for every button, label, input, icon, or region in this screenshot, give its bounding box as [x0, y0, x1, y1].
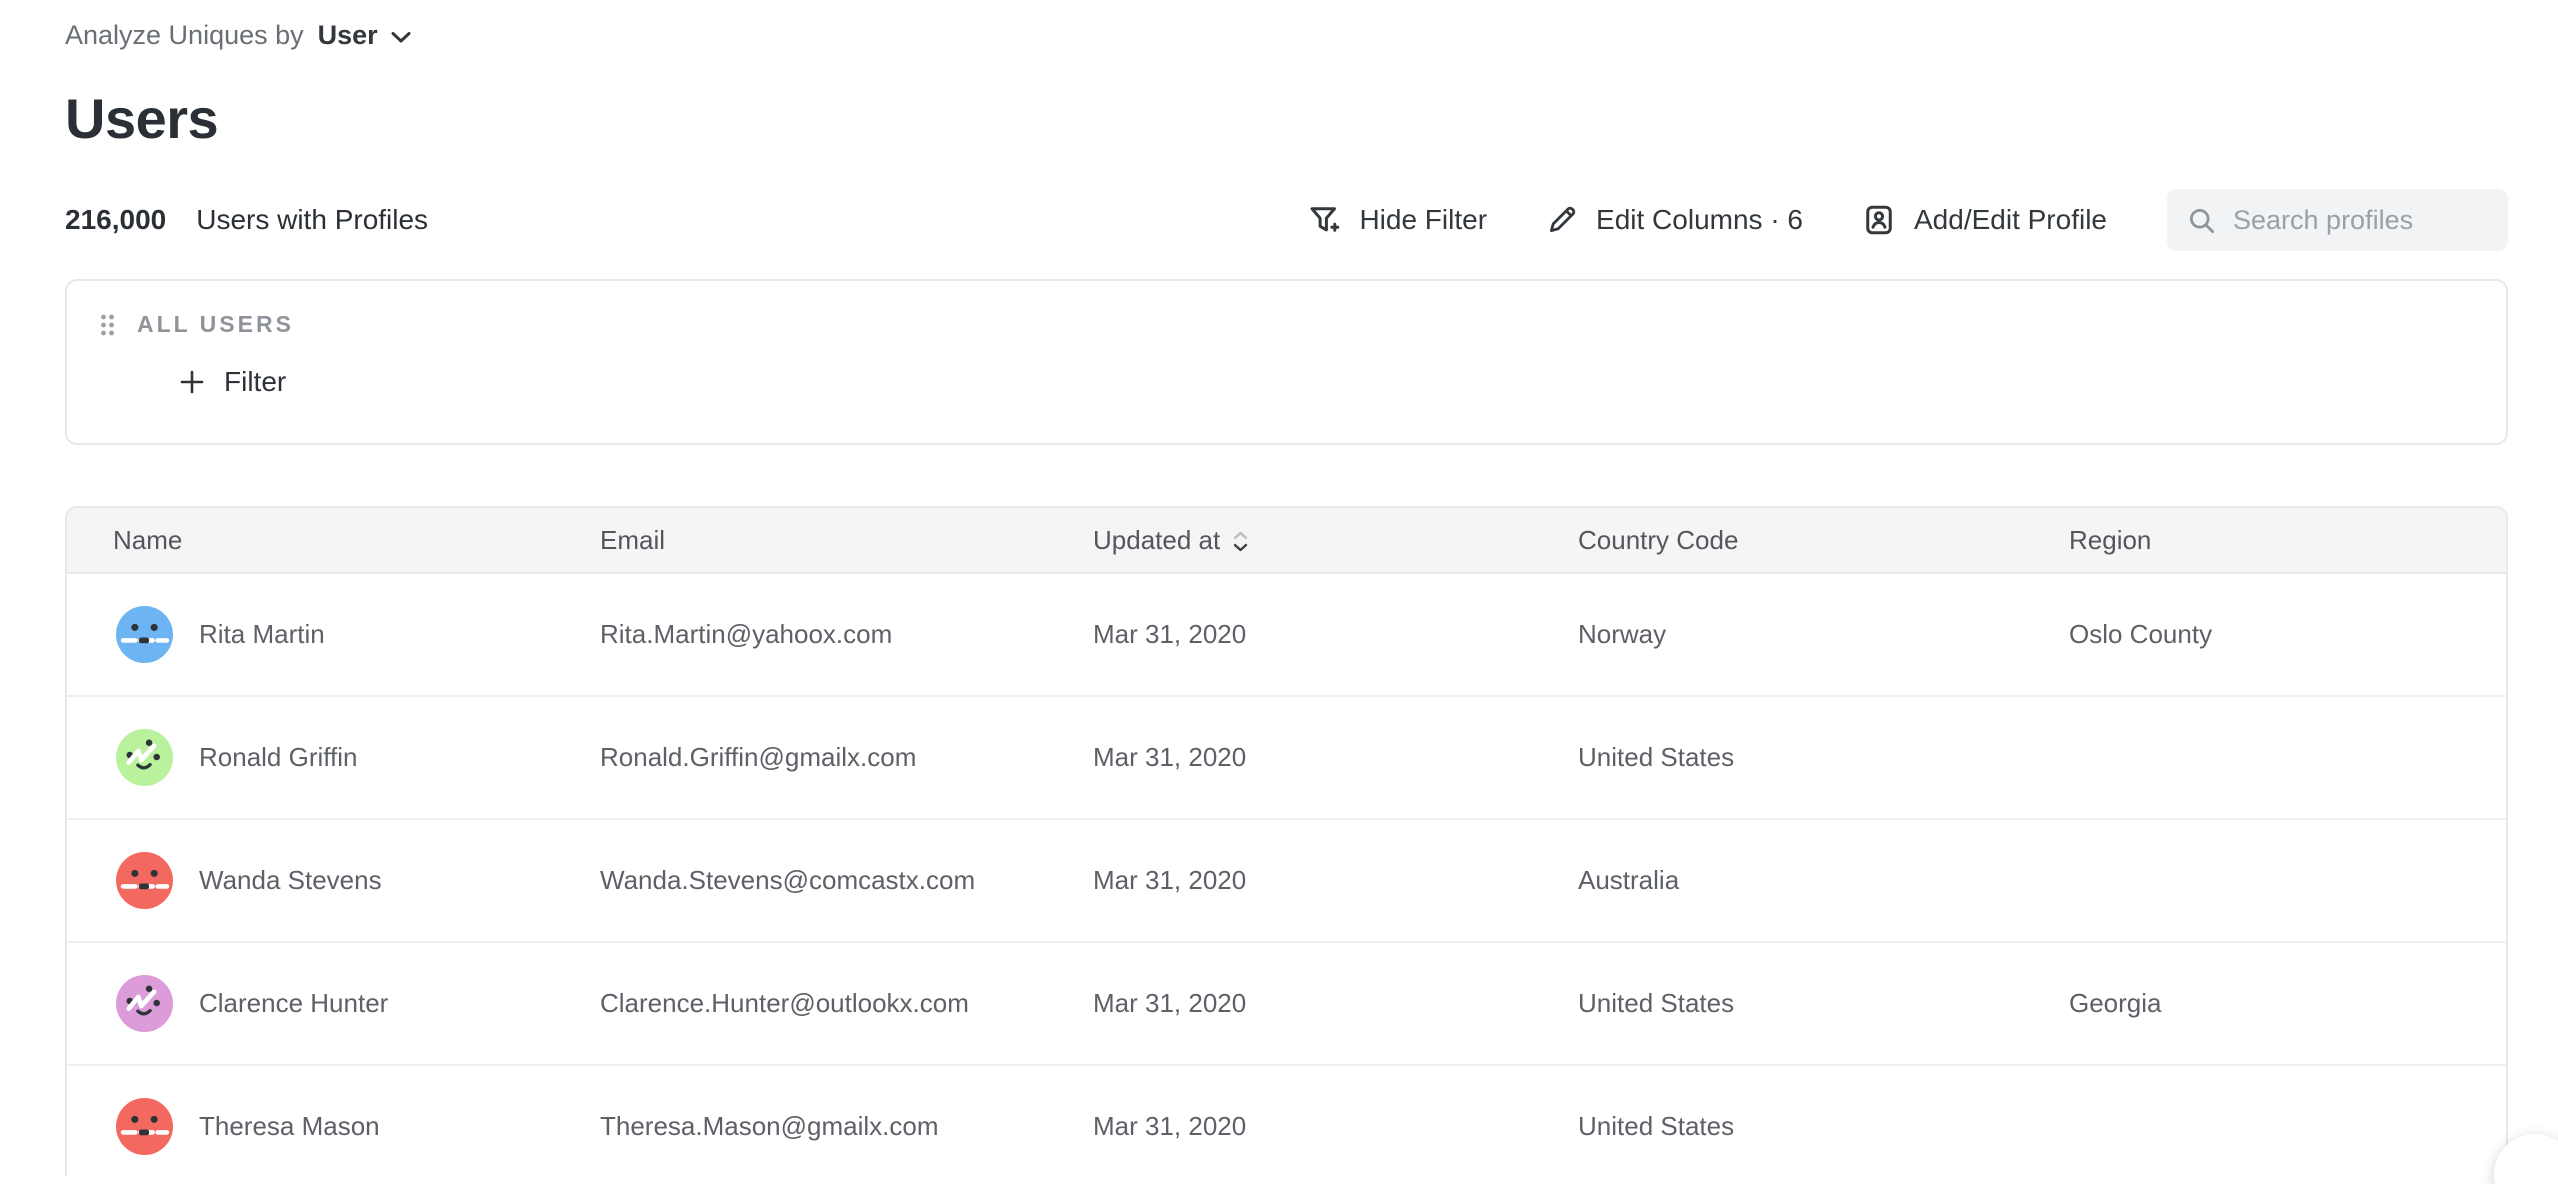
user-name: Theresa Mason	[199, 1111, 380, 1142]
user-avatar-icon	[116, 975, 173, 1032]
page-title: Users	[65, 86, 2508, 151]
user-avatar-icon	[116, 852, 173, 909]
search-profiles-input[interactable]	[2167, 189, 2508, 251]
users-table: Name Email Updated at Country Code Regio…	[65, 506, 2508, 1176]
add-filter-label: Filter	[224, 366, 286, 398]
name-cell: Rita Martin	[67, 606, 554, 663]
user-name: Rita Martin	[199, 619, 325, 650]
user-avatar-icon	[116, 729, 173, 786]
name-cell: Wanda Stevens	[67, 852, 554, 909]
profile-badge-icon	[1861, 202, 1897, 238]
user-avatar-icon	[116, 606, 173, 663]
edit-columns-button[interactable]: Edit Columns · 6	[1545, 203, 1803, 237]
name-cell: Ronald Griffin	[67, 729, 554, 786]
user-email: Theresa.Mason@gmailx.com	[554, 1111, 1047, 1142]
profiles-count: 216,000	[65, 204, 166, 236]
add-edit-profile-button[interactable]: Add/Edit Profile	[1861, 202, 2107, 238]
plus-icon	[178, 368, 206, 396]
profiles-count-label: Users with Profiles	[196, 204, 428, 236]
user-region: Oslo County	[2023, 619, 2506, 650]
pencil-icon	[1545, 203, 1579, 237]
search-icon	[2187, 206, 2217, 236]
user-avatar-icon	[116, 1098, 173, 1155]
user-country: United States	[1532, 1111, 2023, 1142]
funnel-plus-icon	[1306, 202, 1342, 238]
name-cell: Clarence Hunter	[67, 975, 554, 1032]
user-updated-at: Mar 31, 2020	[1047, 742, 1532, 773]
add-edit-profile-label: Add/Edit Profile	[1914, 204, 2107, 236]
search-profiles	[2167, 189, 2508, 251]
analyze-by-value: User	[318, 20, 378, 51]
stats-toolbar-row: 216,000 Users with Profiles Hide Filter …	[65, 189, 2508, 251]
hide-filter-label: Hide Filter	[1359, 204, 1487, 236]
user-updated-at: Mar 31, 2020	[1047, 1111, 1532, 1142]
add-filter-button[interactable]: Filter	[178, 366, 286, 398]
hide-filter-button[interactable]: Hide Filter	[1306, 202, 1487, 238]
user-country: Norway	[1532, 619, 2023, 650]
table-row[interactable]: Rita Martin Rita.Martin@yahoox.com Mar 3…	[67, 574, 2506, 697]
name-cell: Theresa Mason	[67, 1098, 554, 1155]
breadcrumb: Analyze Uniques by User	[65, 16, 2508, 54]
user-country: Australia	[1532, 865, 2023, 896]
cohort-group-label: ALL USERS	[137, 311, 294, 338]
drag-handle-icon[interactable]	[100, 313, 115, 337]
sort-icon	[1233, 531, 1248, 552]
table-row[interactable]: Wanda Stevens Wanda.Stevens@comcastx.com…	[67, 820, 2506, 943]
user-email: Ronald.Griffin@gmailx.com	[554, 742, 1047, 773]
user-email: Clarence.Hunter@outlookx.com	[554, 988, 1047, 1019]
users-page: Analyze Uniques by User Users 216,000 Us…	[0, 0, 2558, 1184]
user-updated-at: Mar 31, 2020	[1047, 988, 1532, 1019]
user-country: United States	[1532, 988, 2023, 1019]
toolbar: Hide Filter Edit Columns · 6 Add/Edit Pr…	[1306, 189, 2508, 251]
column-header-region[interactable]: Region	[2023, 525, 2506, 556]
user-updated-at: Mar 31, 2020	[1047, 865, 1532, 896]
user-email: Wanda.Stevens@comcastx.com	[554, 865, 1047, 896]
edit-columns-label: Edit Columns · 6	[1596, 204, 1803, 236]
column-header-email[interactable]: Email	[554, 525, 1047, 556]
column-header-updated-at[interactable]: Updated at	[1047, 525, 1532, 556]
analyze-uniques-label: Analyze Uniques by	[65, 16, 304, 54]
user-region: Georgia	[2023, 988, 2506, 1019]
table-header: Name Email Updated at Country Code Regio…	[67, 508, 2506, 574]
user-updated-at: Mar 31, 2020	[1047, 619, 1532, 650]
user-name: Wanda Stevens	[199, 865, 382, 896]
table-body: Rita Martin Rita.Martin@yahoox.com Mar 3…	[67, 574, 2506, 1176]
column-header-country-code[interactable]: Country Code	[1532, 525, 2023, 556]
user-email: Rita.Martin@yahoox.com	[554, 619, 1047, 650]
user-country: United States	[1532, 742, 2023, 773]
user-name: Clarence Hunter	[199, 988, 388, 1019]
table-row[interactable]: Theresa Mason Theresa.Mason@gmailx.com M…	[67, 1066, 2506, 1176]
table-row[interactable]: Ronald Griffin Ronald.Griffin@gmailx.com…	[67, 697, 2506, 820]
table-row[interactable]: Clarence Hunter Clarence.Hunter@outlookx…	[67, 943, 2506, 1066]
column-header-name[interactable]: Name	[67, 525, 554, 556]
filter-card: ALL USERS Filter	[65, 279, 2508, 445]
analyze-by-selector[interactable]: User	[318, 20, 412, 51]
chevron-down-icon	[390, 26, 412, 44]
user-name: Ronald Griffin	[199, 742, 358, 773]
